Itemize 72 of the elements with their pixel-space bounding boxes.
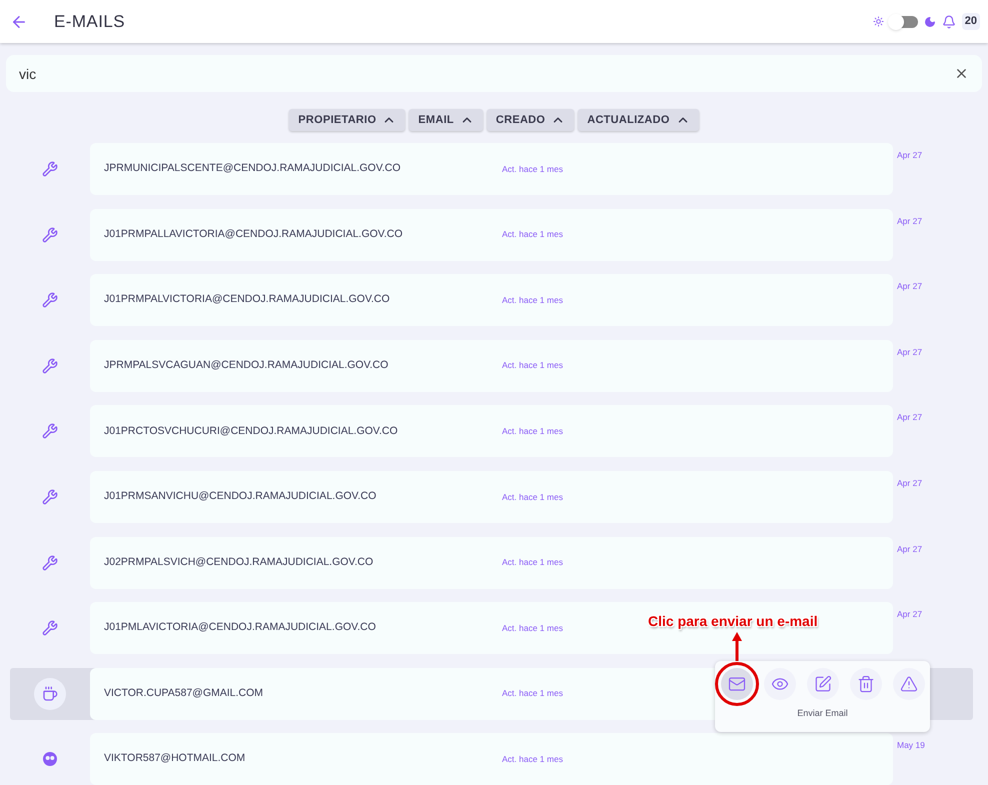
annotation-arrow (732, 632, 742, 664)
updated-text: Act. hace 1 mes (502, 294, 563, 307)
updated-text: Act. hace 1 mes (502, 687, 563, 700)
action-button[interactable] (720, 668, 752, 700)
search-field[interactable]: vic (6, 55, 982, 92)
eye-icon (770, 675, 788, 693)
updated-text: Act. hace 1 mes (502, 425, 563, 438)
page-title: E-MAILS (54, 10, 125, 33)
updated-text: Act. hace 1 mes (502, 490, 563, 504)
wrench-icon (42, 292, 58, 308)
email-address: J01PRMPALVICTORIA@CENDOJ.RAMAJUDICIAL.GOV.CO (104, 292, 391, 308)
wrench-icon (42, 161, 58, 177)
tooltip-text: Enviar Email (797, 707, 848, 720)
date-text: Apr 27 (897, 542, 922, 556)
wrench-icon (42, 423, 58, 440)
cup-icon (42, 686, 58, 702)
action-button[interactable] (806, 668, 838, 700)
wrench-icon (42, 488, 58, 505)
sun-icon (872, 16, 884, 27)
date-text: Apr 27 (897, 280, 922, 293)
email-card[interactable]: VIKTOR587@HOTMAIL.COM Act. hace 1 mes (90, 733, 893, 785)
date-text: Apr 27 (897, 149, 922, 162)
action-button[interactable] (892, 668, 924, 700)
trash-icon (856, 675, 874, 693)
sort-button[interactable]: ACTUALIZADO (578, 109, 699, 131)
updated-text: Act. hace 1 mes (502, 622, 563, 635)
bell-icon[interactable] (942, 14, 956, 28)
date-text: May 19 (897, 739, 925, 752)
edit-icon (814, 675, 832, 693)
date-text: Apr 27 (897, 608, 922, 621)
face-icon (43, 752, 57, 766)
sort-button[interactable]: EMAIL (409, 109, 483, 131)
email-card[interactable]: J01PRMPALLAVICTORIA@CENDOJ.RAMAJUDICIAL.GOV.CO Act. hace 1 mes (90, 208, 893, 261)
email-card[interactable]: J01PRMPALVICTORIA@CENDOJ.RAMAJUDICIAL.GOV.CO Act. hace 1 mes (90, 274, 893, 326)
action-button[interactable] (764, 668, 796, 700)
email-card[interactable]: JPRMUNICIPALSCENTE@CENDOJ.RAMAJUDICIAL.GOV.CO Act. hace 1 mes (90, 143, 893, 195)
moon-icon (924, 16, 936, 28)
notification-count: 20 (962, 13, 980, 30)
wrench-icon (42, 554, 58, 571)
updated-text: Act. hace 1 mes (502, 752, 563, 766)
email-address: J02PRMPALSVICH@CENDOJ.RAMAJUDICIAL.GOV.CO (104, 554, 374, 570)
date-text: Apr 27 (897, 476, 922, 490)
updated-text: Act. hace 1 mes (502, 228, 563, 241)
email-address: J01PRMSANVICHU@CENDOJ.RAMAJUDICIAL.GOV.CO (104, 489, 378, 504)
date-text: Apr 27 (897, 411, 922, 424)
updated-text: Act. hace 1 mes (502, 359, 563, 372)
warning-icon (900, 675, 918, 693)
email-address: J01PMLAVICTORIA@CENDOJ.RAMAJUDICIAL.GOV.CO (104, 620, 377, 636)
clear-icon[interactable] (954, 66, 969, 81)
date-text: Apr 27 (897, 214, 922, 228)
mail-icon (728, 675, 746, 693)
updated-text: Act. hace 1 mes (502, 556, 563, 569)
updated-text: Act. hace 1 mes (502, 162, 563, 176)
sort-button[interactable]: PROPIETARIO (289, 109, 406, 131)
email-address: J01PRMPALLAVICTORIA@CENDOJ.RAMAJUDICIAL.GOV.CO (104, 226, 404, 242)
wrench-icon (42, 226, 58, 243)
email-address: J01PRCTOSVCHUCURI@CENDOJ.RAMAJUDICIAL.GOV.CO (104, 424, 399, 438)
email-address: VIKTOR587@HOTMAIL.COM (104, 751, 246, 766)
email-card[interactable]: J01PRCTOSVCHUCURI@CENDOJ.RAMAJUDICIAL.GOV.CO Act. hace 1 mes (90, 405, 893, 458)
email-card[interactable]: J02PRMPALSVICH@CENDOJ.RAMAJUDICIAL.GOV.CO Act. hace 1 mes (90, 536, 893, 589)
wrench-icon (42, 358, 58, 374)
email-card[interactable]: JPRMPALSVCAGUAN@CENDOJ.RAMAJUDICIAL.GOV.CO Act. hace 1 mes (90, 340, 893, 392)
email-address: VICTOR.CUPA587@GMAIL.COM (104, 686, 264, 701)
action-button[interactable] (850, 668, 882, 700)
email-card[interactable]: J01PRMSANVICHU@CENDOJ.RAMAJUDICIAL.GOV.CO Act. hace 1 mes (90, 470, 893, 523)
annotation-text: Clic para enviar un e-mail (648, 612, 818, 631)
wrench-icon (42, 620, 58, 636)
email-address: JPRMUNICIPALSCENTE@CENDOJ.RAMAJUDICIAL.GOV.CO (104, 161, 402, 176)
email-address: JPRMPALSVCAGUAN@CENDOJ.RAMAJUDICIAL.GOV.CO (104, 358, 390, 373)
theme-toggle[interactable] (890, 16, 918, 28)
date-text: Apr 27 (897, 346, 922, 359)
sort-button[interactable]: CREADO (486, 109, 574, 131)
